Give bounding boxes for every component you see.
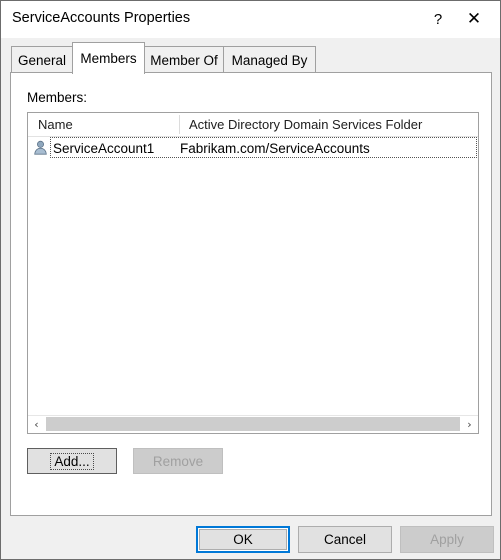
scroll-right-icon[interactable]: › [461, 416, 478, 432]
apply-button[interactable]: Apply [400, 526, 494, 553]
window-title: ServiceAccounts Properties [12, 10, 191, 26]
horizontal-scrollbar[interactable]: ‹ › [28, 415, 478, 433]
column-header-name[interactable]: Name [28, 113, 179, 136]
list-header: Name Active Directory Domain Services Fo… [28, 113, 478, 137]
help-button[interactable]: ? [420, 1, 456, 38]
tab-general[interactable]: General [11, 46, 73, 73]
cancel-button[interactable]: Cancel [298, 526, 392, 553]
title-bar: ServiceAccounts Properties ? ✕ [1, 1, 500, 38]
tab-managed-by-label: Managed By [231, 52, 308, 68]
cell-folder: Fabrikam.com/ServiceAccounts [180, 141, 370, 156]
members-label: Members: [27, 90, 88, 105]
tab-member-of[interactable]: Member Of [144, 46, 224, 73]
remove-button[interactable]: Remove [133, 448, 223, 474]
tab-managed-by[interactable]: Managed By [223, 46, 316, 73]
tab-members[interactable]: Members [72, 42, 145, 74]
properties-dialog: ServiceAccounts Properties ? ✕ General M… [0, 0, 501, 560]
scrollbar-thumb[interactable] [46, 417, 460, 431]
members-tab-page: Members: Name Active Directory Domain Se… [10, 72, 492, 516]
tab-members-label: Members [80, 51, 137, 66]
ok-button[interactable]: OK [196, 526, 290, 553]
cell-name: ServiceAccount1 [53, 141, 155, 156]
question-mark-icon: ? [433, 11, 443, 28]
members-list[interactable]: Name Active Directory Domain Services Fo… [27, 112, 479, 434]
add-button-label: Add... [50, 452, 94, 470]
close-icon: ✕ [466, 9, 482, 29]
scroll-left-icon[interactable]: ‹ [28, 416, 45, 432]
add-button[interactable]: Add... [27, 448, 117, 474]
remove-button-label: Remove [152, 453, 204, 469]
tab-general-label: General [17, 52, 67, 68]
apply-button-label: Apply [430, 532, 464, 547]
cancel-button-label: Cancel [323, 532, 367, 547]
tab-strip: General Members Member Of Managed By [2, 38, 499, 74]
tab-member-of-label: Member Of [150, 52, 218, 68]
ok-button-label: OK [199, 529, 287, 550]
table-row[interactable]: ServiceAccount1 Fabrikam.com/ServiceAcco… [28, 136, 478, 159]
row-focus-rect: ServiceAccount1 Fabrikam.com/ServiceAcco… [50, 137, 477, 158]
column-header-folder[interactable]: Active Directory Domain Services Folder [179, 113, 422, 136]
user-icon [33, 140, 48, 155]
close-button[interactable]: ✕ [456, 1, 492, 38]
